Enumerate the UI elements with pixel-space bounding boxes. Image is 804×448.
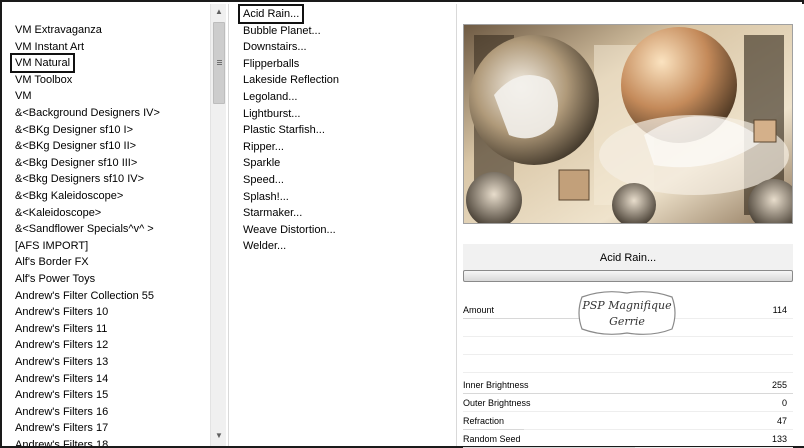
category-item[interactable]: &<BKg Designer sf10 II> [12,138,139,154]
category-item[interactable]: Andrew's Filters 18 [12,437,111,446]
filter-item[interactable]: Bubble Planet... [240,23,324,39]
parameter-value: 114 [772,305,787,315]
filter-item[interactable]: Speed... [240,172,287,188]
parameter-slider[interactable]: Random Seed 133 [463,430,793,448]
parameter-slider[interactable] [463,337,793,355]
category-item[interactable]: &<Sandflower Specials^v^ > [12,221,157,237]
category-item[interactable]: VM Extravaganza [12,22,105,38]
category-item[interactable]: Andrew's Filters 17 [12,420,111,436]
category-panel: VM Extravaganza VM Instant Art VM Natural V… [4,4,226,446]
category-item[interactable]: Andrew's Filters 15 [12,387,111,403]
category-item[interactable]: Andrew's Filters 11 [12,321,110,337]
filter-item[interactable]: Plastic Starfish... [240,122,328,138]
preview-image [463,24,793,224]
category-item[interactable]: &<Kaleidoscope> [12,205,104,221]
parameter-value: 133 [771,434,787,444]
grip-lines-icon [217,60,222,61]
filter-item[interactable]: Sparkle [240,155,283,171]
parameter-value: 255 [771,380,787,390]
category-item[interactable]: Alf's Border FX [12,254,92,270]
category-item[interactable]: VM Toolbox [12,72,75,88]
category-item[interactable]: Andrew's Filters 16 [12,404,111,420]
category-item[interactable]: Andrew's Filters 10 [12,304,111,320]
category-item[interactable]: &<Bkg Designer sf10 III> [12,155,140,171]
category-item[interactable]: VM [12,88,35,104]
scroll-thumb[interactable] [213,22,225,104]
filter-item[interactable]: Ripper... [240,139,287,155]
filter-list[interactable]: Acid Rain... Bubble Planet... Downstairs..… [230,4,454,446]
filters-unlimited-dialog: VM Extravaganza VM Instant Art VM Natural V… [0,0,804,448]
category-item[interactable]: VM Instant Art [12,39,87,55]
svg-text:PSP Magnifique: PSP Magnifique [581,299,672,312]
filter-item[interactable]: Legoland... [240,89,300,105]
filter-item[interactable]: Lightburst... [240,106,303,122]
category-item[interactable]: &<BKg Designer sf10 I> [12,122,136,138]
panel-divider [228,4,229,446]
category-item[interactable]: Andrew's Filters 12 [12,337,111,353]
category-scrollbar[interactable]: ▲ ▼ [210,4,226,446]
parameter-label: Inner Brightness [463,380,529,390]
parameter-slider[interactable]: Inner Brightness 255 [463,376,793,394]
filter-item[interactable]: Weave Distortion... [240,222,339,238]
category-item[interactable]: &<Bkg Kaleidoscope> [12,188,126,204]
category-item[interactable]: Andrew's Filters 14 [12,371,111,387]
category-item[interactable]: VM Natural [9,53,76,74]
filter-item[interactable]: Welder... [240,238,289,254]
filter-settings-panel: Acid Rain... Amount 114 Inner Brightness 25… [457,4,804,448]
category-list[interactable]: VM Extravaganza VM Instant Art VM Natural V… [4,4,208,446]
filter-item[interactable]: Downstairs... [240,39,310,55]
parameter-label: Outer Brightness [463,398,531,408]
category-item[interactable]: &<Background Designers IV> [12,105,163,121]
parameter-label: Refraction [463,416,505,426]
parameter-value: 47 [776,416,787,426]
filter-item[interactable]: Starmaker... [240,205,305,221]
category-item[interactable]: Alf's Power Toys [12,271,98,287]
scroll-up-icon[interactable]: ▲ [211,4,226,20]
category-item[interactable]: &<Bkg Designers sf10 IV> [12,171,147,187]
filter-item[interactable]: Acid Rain... [237,4,305,24]
category-item[interactable]: Andrew's Filter Collection 55 [12,288,157,304]
filter-item[interactable]: Splash!... [240,189,292,205]
svg-text:Gerrie: Gerrie [609,315,645,328]
parameter-value: 0 [781,398,787,408]
progress-bar [463,270,793,282]
parameter-label: Amount [463,305,495,315]
parameter-label: Random Seed [463,434,521,444]
parameter-slider[interactable]: Refraction 47 [463,412,793,430]
parameter-slider[interactable] [463,355,793,373]
apply-filter-button[interactable]: Acid Rain... [463,244,793,272]
parameter-slider[interactable]: Outer Brightness 0 [463,394,793,412]
category-item[interactable]: Andrew's Filters 13 [12,354,111,370]
watermark-logo: PSP Magnifique Gerrie [574,287,680,339]
category-item[interactable]: [AFS IMPORT] [12,238,91,254]
filter-item[interactable]: Lakeside Reflection [240,72,342,88]
filter-item[interactable]: Flipperballs [240,56,302,72]
scroll-down-icon[interactable]: ▼ [211,428,226,444]
